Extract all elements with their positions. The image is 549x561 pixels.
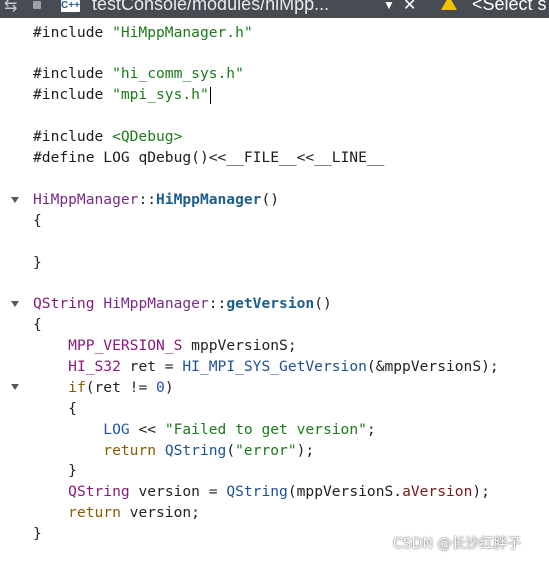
file-path-label[interactable]: testConsole/modules/hiMpp... bbox=[92, 0, 329, 15]
code-line: #include "HiMppManager.h" bbox=[33, 24, 253, 41]
code-line: return version; bbox=[68, 504, 200, 521]
fold-arrow-icon[interactable] bbox=[11, 197, 19, 203]
warning-icon[interactable] bbox=[441, 0, 457, 10]
code-line: HiMppManager::HiMppManager() bbox=[33, 191, 280, 208]
code-line: #include "mpi_sys.h" bbox=[33, 86, 211, 104]
text-cursor bbox=[209, 86, 211, 104]
editor-tab-bar: ⇆ C++ testConsole/modules/hiMpp... ▼ ✕ <… bbox=[0, 0, 549, 18]
code-line: } bbox=[68, 462, 77, 479]
code-line: } bbox=[33, 254, 42, 271]
code-line: { bbox=[33, 212, 42, 229]
close-icon[interactable]: ✕ bbox=[403, 0, 416, 15]
code-line: HI_S32 ret = HI_MPI_SYS_GetVersion(&mppV… bbox=[68, 358, 499, 375]
navigate-icon[interactable]: ⇆ bbox=[4, 0, 17, 16]
chevron-down-icon[interactable]: ▼ bbox=[383, 0, 395, 12]
code-line: return QString("error"); bbox=[103, 442, 315, 459]
code-line: LOG << "Failed to get version"; bbox=[103, 421, 376, 438]
code-line: MPP_VERSION_S mppVersionS; bbox=[68, 337, 297, 354]
code-line: { bbox=[68, 400, 77, 417]
cpp-file-icon: C++ bbox=[61, 0, 80, 12]
fold-arrow-icon[interactable] bbox=[11, 301, 19, 307]
code-line: #include <QDebug> bbox=[33, 128, 183, 145]
editor-gutter bbox=[0, 18, 26, 561]
code-line: } bbox=[33, 525, 42, 542]
fold-arrow-icon[interactable] bbox=[11, 384, 19, 390]
symbol-selector[interactable]: <Select s bbox=[472, 0, 547, 15]
code-line: QString HiMppManager::getVersion() bbox=[33, 295, 332, 312]
code-line: { bbox=[33, 316, 42, 333]
code-line: #include "hi_comm_sys.h" bbox=[33, 65, 244, 82]
code-line: QString version = QString(mppVersionS.aV… bbox=[68, 483, 490, 500]
code-line: #define LOG qDebug()<<__FILE__<<__LINE__ bbox=[33, 149, 385, 166]
code-line: if(ret != 0) bbox=[68, 379, 174, 396]
watermark: CSDN @长沙红胖子 bbox=[393, 536, 522, 552]
lock-icon bbox=[33, 1, 41, 9]
